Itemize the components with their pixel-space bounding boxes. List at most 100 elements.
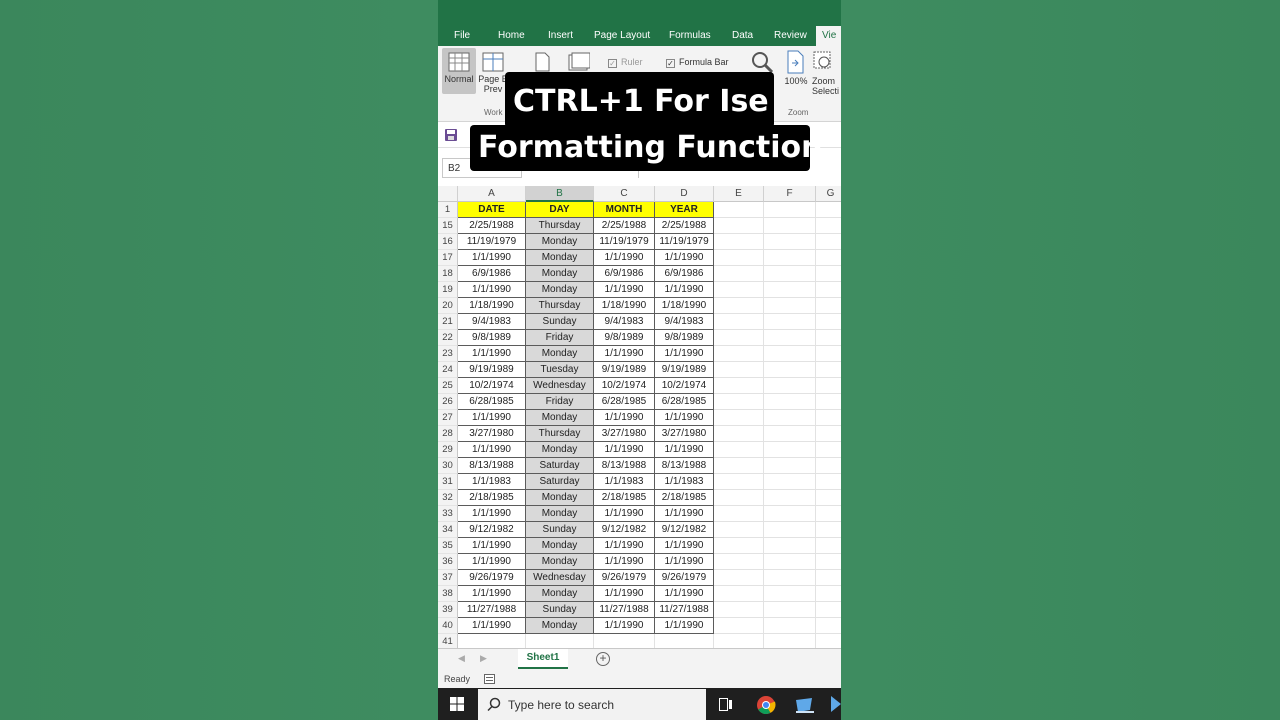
cell[interactable] [816,394,841,410]
cell[interactable]: DATE [458,202,526,218]
cell[interactable]: 2/18/1985 [594,490,655,506]
cell[interactable]: 1/1/1990 [594,506,655,522]
column-header[interactable]: B [526,186,594,202]
cell[interactable]: Monday [526,506,594,522]
cell[interactable]: 1/1/1990 [458,410,526,426]
cell[interactable] [816,522,841,538]
cell[interactable]: 9/8/1989 [594,330,655,346]
cell[interactable]: 1/1/1983 [594,474,655,490]
cell[interactable] [816,410,841,426]
cell[interactable] [714,330,764,346]
tab-file[interactable]: File [454,30,470,41]
chrome-icon[interactable] [756,695,776,715]
row-number[interactable]: 30 [438,458,458,474]
cell[interactable]: 1/1/1990 [655,410,714,426]
normal-view-button[interactable]: Normal [442,48,476,94]
cell[interactable] [714,458,764,474]
cell[interactable]: 11/27/1988 [655,602,714,618]
cell[interactable] [714,410,764,426]
cell[interactable] [816,490,841,506]
cell[interactable] [714,298,764,314]
cell[interactable] [764,618,816,634]
cell[interactable]: 1/1/1990 [458,586,526,602]
cell[interactable] [816,458,841,474]
cell[interactable]: 1/1/1990 [655,282,714,298]
cell[interactable] [816,362,841,378]
task-view-icon[interactable] [719,698,733,711]
cell[interactable]: Sunday [526,522,594,538]
cell[interactable] [714,202,764,218]
cell[interactable]: DAY [526,202,594,218]
row-number[interactable]: 26 [438,394,458,410]
cell[interactable] [714,378,764,394]
cell[interactable]: Monday [526,282,594,298]
cell[interactable]: Sunday [526,314,594,330]
column-header[interactable]: A [458,186,526,202]
cell[interactable]: MONTH [594,202,655,218]
cell[interactable] [816,506,841,522]
cell[interactable]: Wednesday [526,570,594,586]
cell[interactable]: 2/18/1985 [458,490,526,506]
row-number[interactable]: 25 [438,378,458,394]
cell[interactable]: 10/2/1974 [655,378,714,394]
cell[interactable]: 1/1/1990 [594,250,655,266]
row-number[interactable]: 23 [438,346,458,362]
cell[interactable]: 1/1/1990 [594,282,655,298]
row-number[interactable]: 27 [438,410,458,426]
cell[interactable]: 1/1/1990 [594,442,655,458]
cell[interactable] [816,554,841,570]
cell[interactable]: Monday [526,538,594,554]
formula-bar-checkbox[interactable]: ✓ Formula Bar [666,57,729,68]
cell[interactable]: Saturday [526,474,594,490]
cell[interactable]: 1/1/1990 [458,282,526,298]
cell[interactable]: 1/1/1990 [458,346,526,362]
cell[interactable] [714,266,764,282]
cell[interactable]: 6/28/1985 [594,394,655,410]
cell[interactable]: 1/1/1990 [655,250,714,266]
cell[interactable]: 1/18/1990 [458,298,526,314]
tab-view[interactable]: Vie [816,26,841,46]
cell[interactable] [764,202,816,218]
cell[interactable]: 9/12/1982 [655,522,714,538]
cell[interactable] [816,602,841,618]
cell[interactable]: 1/1/1990 [458,554,526,570]
cell[interactable]: Friday [526,330,594,346]
cell[interactable]: Monday [526,410,594,426]
cell[interactable]: 1/1/1983 [458,474,526,490]
cell[interactable] [764,234,816,250]
cell[interactable] [816,586,841,602]
taskbar-search-input[interactable]: Type here to search [478,689,706,720]
cell[interactable] [764,362,816,378]
cell[interactable] [816,202,841,218]
cell[interactable]: 1/1/1990 [458,250,526,266]
cell[interactable] [816,378,841,394]
cell[interactable] [714,554,764,570]
cell[interactable]: 2/25/1988 [594,218,655,234]
cell[interactable]: 8/13/1988 [594,458,655,474]
cell[interactable]: 9/19/1989 [458,362,526,378]
cell[interactable] [714,234,764,250]
cell[interactable] [764,602,816,618]
cell[interactable] [816,298,841,314]
cell[interactable]: 9/26/1979 [458,570,526,586]
cell[interactable]: 1/1/1990 [594,586,655,602]
cell[interactable]: 10/2/1974 [594,378,655,394]
select-all-corner[interactable] [438,186,458,202]
cell[interactable] [764,250,816,266]
cell[interactable] [714,538,764,554]
cell[interactable] [764,394,816,410]
cell[interactable]: 1/1/1990 [655,538,714,554]
cell[interactable] [816,426,841,442]
row-number[interactable]: 40 [438,618,458,634]
column-header[interactable]: C [594,186,655,202]
row-number[interactable]: 17 [438,250,458,266]
tab-home[interactable]: Home [498,30,525,41]
cell[interactable] [764,458,816,474]
cell[interactable]: 6/28/1985 [458,394,526,410]
cell[interactable] [714,570,764,586]
macro-record-icon[interactable] [484,674,495,684]
sheet-tab-sheet1[interactable]: Sheet1 [518,649,568,669]
cell[interactable] [816,346,841,362]
cell[interactable] [764,410,816,426]
cell[interactable]: Thursday [526,218,594,234]
